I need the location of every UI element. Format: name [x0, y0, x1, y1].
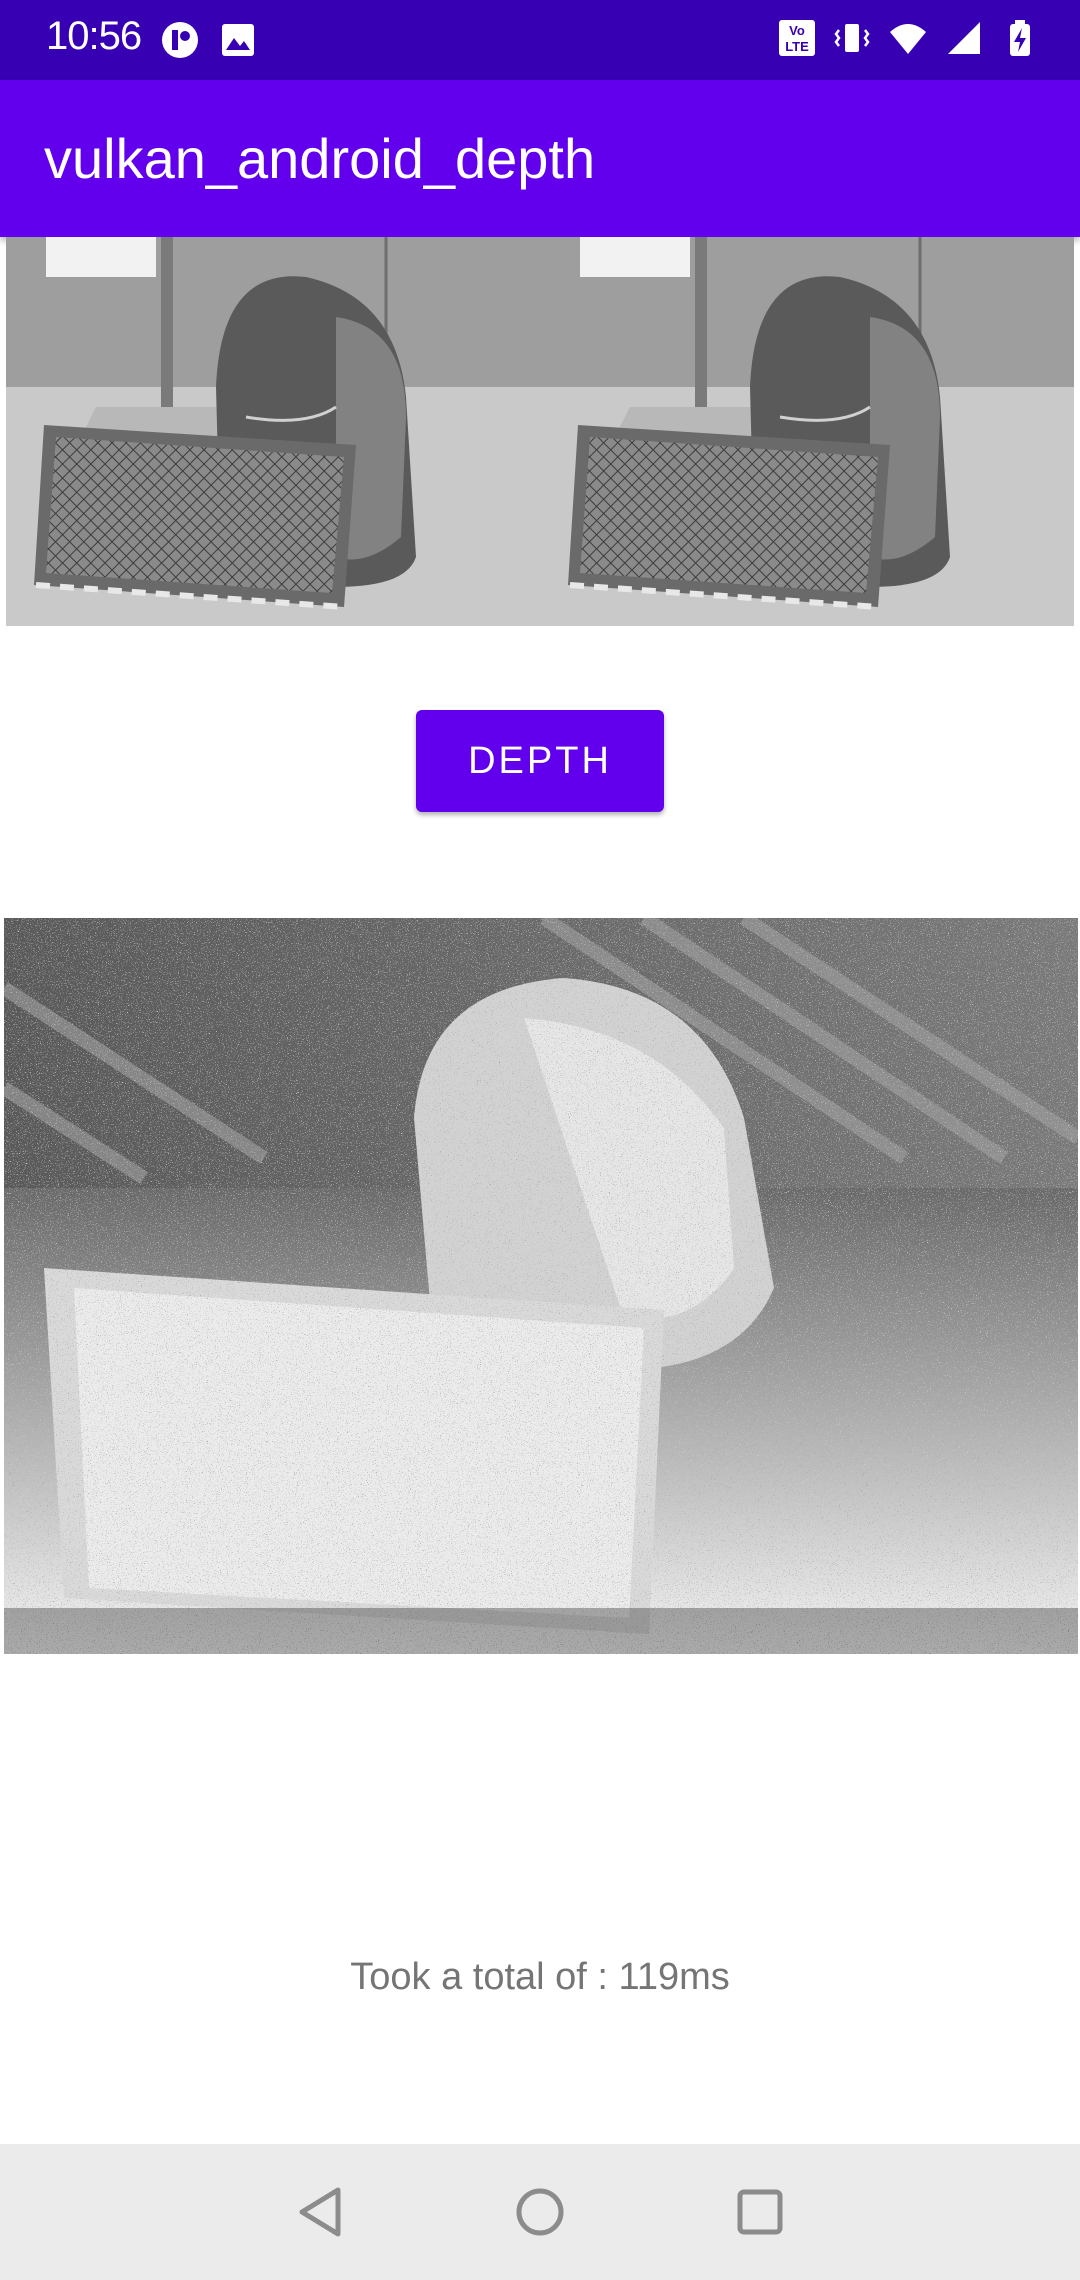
depth-map-image: [4, 918, 1078, 1654]
app-bar: vulkan_android_depth: [0, 80, 1080, 237]
navigation-bar: [0, 2144, 1080, 2280]
recents-icon[interactable]: [730, 2182, 790, 2242]
home-icon[interactable]: [510, 2182, 570, 2242]
status-bar: 10:56 Vo LTE: [0, 0, 1080, 80]
stereo-input-image: [6, 237, 1074, 626]
notification-app-icon: [162, 22, 198, 58]
app-title: vulkan_android_depth: [44, 127, 596, 190]
status-time: 10:56: [46, 14, 142, 58]
svg-text:LTE: LTE: [785, 39, 809, 54]
signal-icon: [948, 22, 980, 54]
battery-charging-icon: [1010, 20, 1030, 56]
volte-icon: Vo LTE: [779, 20, 815, 56]
timing-result-text: Took a total of : 119ms: [350, 1956, 730, 1998]
wifi-icon: [890, 24, 926, 54]
vibrate-icon: [834, 24, 870, 52]
depth-button[interactable]: DEPTH: [416, 710, 664, 812]
svg-text:Vo: Vo: [789, 23, 805, 38]
image-icon: [222, 24, 254, 56]
back-icon[interactable]: [292, 2182, 352, 2242]
